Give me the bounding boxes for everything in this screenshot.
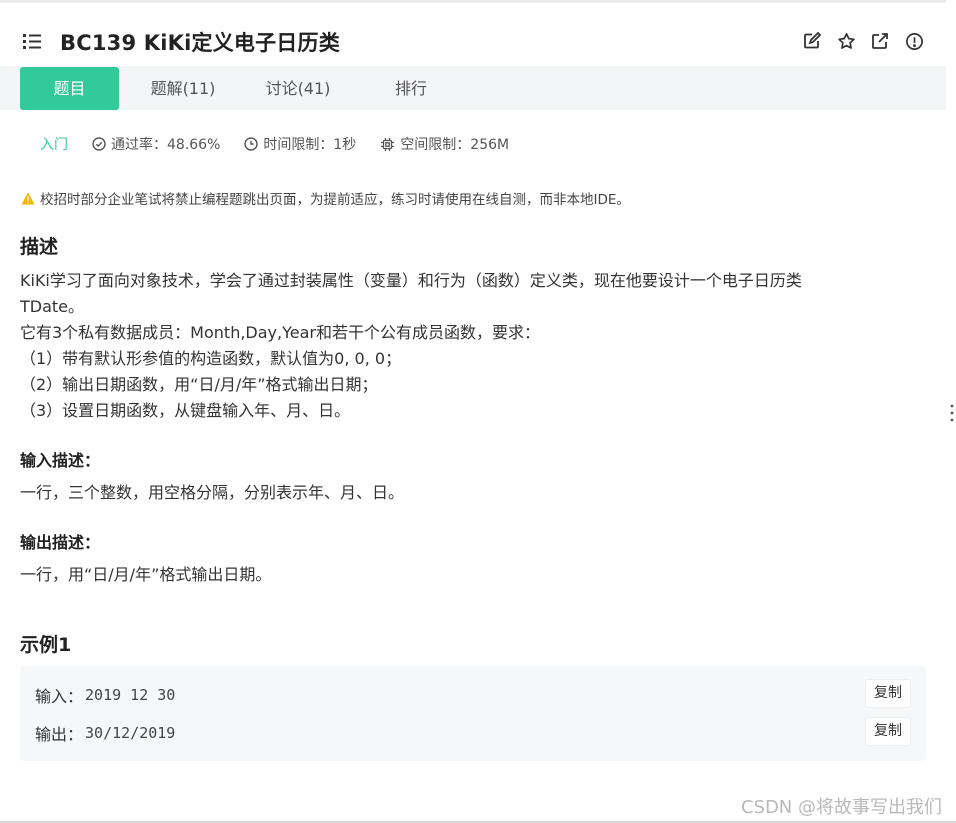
- memory-limit-text: 空间限制：256M: [400, 137, 510, 153]
- example-box: 输入： 2019 12 30 复制 输出： 30/12/2019 复制: [20, 666, 926, 761]
- example-output-row: 输出： 30/12/2019: [35, 721, 175, 745]
- clock-icon: [244, 137, 259, 151]
- description-line: 它有3个私有数据成员：Month,Day,Year和若干个公有成员函数，要求：: [20, 323, 540, 342]
- list-icon[interactable]: [22, 32, 44, 50]
- input-desc-text: 一行，三个整数，用空格分隔，分别表示年、月、日。: [20, 483, 405, 502]
- example-heading: 示例1: [20, 634, 72, 656]
- output-desc-text: 一行，用“日/月/年”格式输出日期。: [20, 565, 272, 584]
- difficulty-badge: 入门: [40, 137, 68, 153]
- example-input-row: 输入： 2019 12 30: [35, 683, 175, 707]
- output-desc-heading: 输出描述：: [20, 533, 101, 552]
- drag-handle-icon[interactable]: [949, 403, 955, 423]
- example-output-value[interactable]: 30/12/2019: [85, 724, 175, 742]
- tab-problem[interactable]: 题目: [20, 67, 119, 110]
- header-actions: [802, 31, 924, 51]
- pass-rate-text: 通过率：48.66%: [111, 137, 221, 153]
- copy-output-button[interactable]: 复制: [865, 717, 911, 746]
- check-circle-icon: [92, 137, 106, 151]
- time-limit-text: 时间限制：1秒: [263, 137, 357, 153]
- input-desc-heading: 输入描述：: [20, 451, 101, 470]
- example-input-value[interactable]: 2019 12 30: [85, 686, 175, 704]
- example-output-label: 输出：: [35, 725, 84, 744]
- tab-solutions[interactable]: 题解(11): [135, 67, 231, 110]
- tab-discussion[interactable]: 讨论(41): [250, 67, 346, 110]
- star-icon[interactable]: [836, 31, 856, 51]
- problem-tabs: 题目 题解(11) 讨论(41) 排行: [0, 66, 946, 110]
- example-input-label: 输入：: [35, 687, 84, 706]
- description-body: KiKi学习了面向对象技术，学会了通过封装属性（变量）和行为（函数）定义类，现在…: [20, 268, 802, 424]
- description-line: KiKi学习了面向对象技术，学会了通过封装属性（变量）和行为（函数）定义类，现在…: [20, 271, 802, 290]
- description-line: （2）输出日期函数，用“日/月/年”格式输出日期；: [20, 375, 378, 394]
- edit-icon[interactable]: [802, 31, 822, 51]
- description-line: TDate。: [20, 297, 85, 316]
- problem-header: BC139 KiKi定义电子日历类: [0, 0, 946, 66]
- watermark: CSDN @将故事写出我们: [740, 797, 942, 818]
- description-line: （3）设置日期函数，从键盘输入年、月、日。: [20, 401, 351, 420]
- time-limit: 时间限制：1秒: [244, 134, 356, 154]
- pass-rate: 通过率：48.66%: [92, 134, 220, 154]
- description-heading: 描述: [20, 236, 59, 258]
- exam-notice: 校招时部分企业笔试将禁止编程题跳出页面，为提前适应，练习时请使用在线自测，而非本…: [21, 188, 630, 208]
- chip-icon: [381, 137, 395, 151]
- problem-meta: 入门 通过率：48.66% 时间限制：1秒 空间限制：256M: [40, 133, 533, 155]
- share-icon[interactable]: [870, 31, 890, 51]
- notice-text: 校招时部分企业笔试将禁止编程题跳出页面，为提前适应，练习时请使用在线自测，而非本…: [40, 192, 630, 208]
- tab-ranking[interactable]: 排行: [363, 67, 459, 110]
- report-icon[interactable]: [904, 31, 924, 51]
- memory-limit: 空间限制：256M: [380, 134, 509, 154]
- warning-icon: [21, 192, 35, 204]
- copy-input-button[interactable]: 复制: [865, 679, 911, 708]
- problem-title: BC139 KiKi定义电子日历类: [60, 31, 340, 55]
- description-line: （1）带有默认形参值的构造函数，默认值为0, 0, 0；: [20, 349, 402, 368]
